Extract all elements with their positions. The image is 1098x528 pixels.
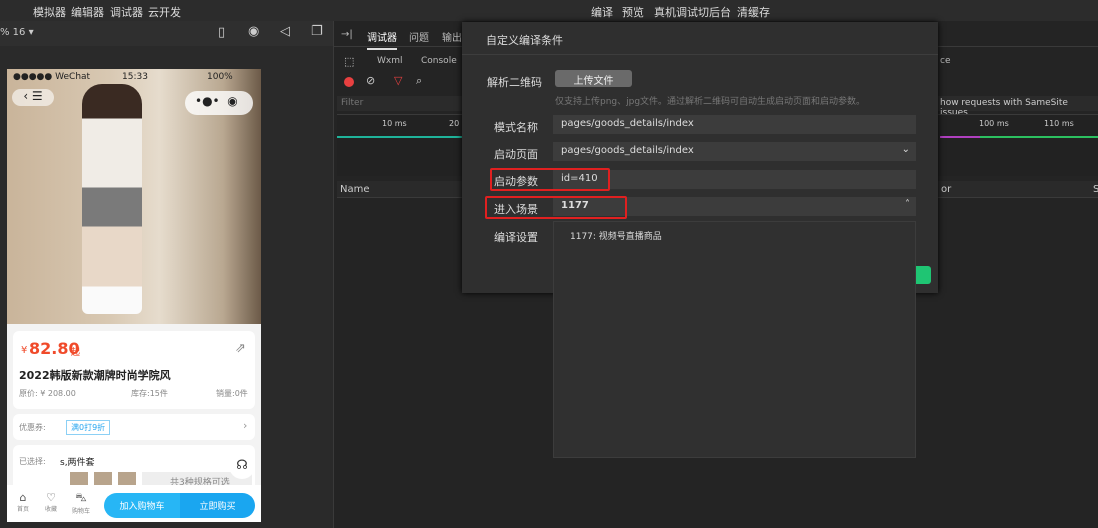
highlight-scene — [485, 196, 627, 219]
heart-icon: ♡ — [46, 491, 56, 504]
headset-icon[interactable]: ☊ — [229, 453, 255, 479]
subtab-console[interactable]: Console — [421, 56, 457, 66]
inspect-icon[interactable]: ⬚ — [344, 55, 354, 68]
status-battery: 100% — [207, 72, 233, 82]
bottom-bar: ⌂ 首页 ♡ 收藏 ⛍ 购物车 加入购物车 立即购买 — [7, 485, 261, 522]
timeline-bar — [337, 136, 467, 138]
product-title: 2022韩版新款潮牌时尚学院风 — [19, 369, 171, 382]
add-to-cart-button[interactable]: 加入购物车 — [104, 493, 180, 518]
preview-button[interactable]: 预览 — [622, 4, 644, 20]
nav-cart[interactable]: ⛍ 购物车 — [70, 491, 92, 515]
nav-label: 购物车 — [71, 508, 90, 515]
scene-option[interactable]: 1177: 视频号直播商品 — [570, 229, 662, 242]
selected-value: s,两件套 — [60, 458, 95, 468]
remote-debug-button[interactable]: 真机调试 — [654, 4, 698, 20]
search-icon[interactable]: ⌕ — [416, 74, 422, 88]
clear-icon[interactable]: ⊘ — [366, 74, 375, 87]
simulator-toolbar: % 16 ▾ ▯ ◉ ◁ ❐ — [0, 21, 333, 46]
nav-label: 首页 — [16, 506, 29, 513]
timeline-tick: 110 ms — [1044, 119, 1074, 128]
sales: 销量:0件 — [216, 389, 248, 398]
original-price: 原价: ¥ 208.00 — [19, 389, 76, 398]
back-menu-capsule[interactable]: ‹ ☰ — [12, 89, 54, 106]
top-menu-bar: 模拟器 编辑器 调试器 云开发 编译 预览 真机调试 切后台 清缓存 — [0, 0, 1098, 21]
menu-editor[interactable]: 编辑器 — [71, 4, 104, 20]
dialog-title: 自定义编译条件 — [486, 34, 563, 47]
product-model-figure — [82, 84, 142, 314]
column-size[interactable]: S — [1093, 184, 1098, 195]
stock: 库存:15件 — [131, 389, 168, 398]
launch-page-select[interactable]: pages/goods_details/index ⌄ — [553, 142, 916, 161]
mini-program-capsule[interactable]: •●• ◉ — [185, 91, 253, 115]
nav-home[interactable]: ⌂ 首页 — [15, 491, 31, 513]
compile-settings-label: 编译设置 — [494, 231, 538, 244]
column-initiator[interactable]: or — [941, 184, 951, 195]
buy-now-button[interactable]: 立即购买 — [180, 493, 255, 518]
volume-icon[interactable]: ◁ — [280, 24, 290, 39]
timeline-tick: 10 ms — [382, 119, 407, 128]
zoom-select[interactable]: % 16 ▾ — [0, 27, 34, 38]
subtab-partial[interactable]: ce — [940, 56, 951, 66]
timeline-tick: 100 ms — [979, 119, 1009, 128]
page-label: 启动页面 — [494, 148, 538, 161]
price-suffix: 起 — [71, 348, 81, 358]
currency-symbol: ¥ — [21, 345, 28, 356]
highlight-params — [490, 168, 610, 191]
column-name[interactable]: Name — [340, 184, 370, 195]
phone-screen: ●●●●● WeChat 15:33 100% ‹ ☰ •●• ◉ ¥ 82.8… — [7, 69, 261, 522]
confirm-button-edge[interactable] — [916, 266, 931, 284]
compile-button[interactable]: 编译 — [591, 4, 613, 20]
mode-name-input[interactable]: pages/goods_details/index — [553, 115, 916, 134]
home-icon: ⌂ — [19, 491, 27, 504]
menu-cloud[interactable]: 云开发 — [148, 4, 181, 20]
clear-cache-button[interactable]: 清缓存 — [737, 4, 770, 20]
cart-icon: ⛍ — [75, 491, 87, 504]
menu-debugger[interactable]: 调试器 — [110, 4, 143, 20]
tab-issues[interactable]: 问题 — [409, 29, 429, 44]
divider — [462, 54, 938, 55]
status-time: 15:33 — [122, 72, 148, 82]
selected-label: 已选择: — [19, 457, 46, 466]
launch-page-value: pages/goods_details/index — [561, 145, 694, 156]
filter-icon[interactable]: ▽ — [394, 74, 402, 87]
share-icon[interactable]: ⇗ — [235, 341, 246, 356]
qr-hint: 仅支持上传png、jpg文件。通过解析二维码可自动生成启动页面和启动参数。 — [555, 97, 866, 107]
timeline-bar — [940, 136, 980, 138]
phone-icon[interactable]: ▯ — [218, 25, 225, 40]
record-icon[interactable]: ◉ — [248, 24, 259, 39]
coupon-label: 优惠券: — [19, 423, 46, 432]
timeline-bar — [980, 136, 1098, 138]
chevron-right-icon: › — [243, 419, 248, 432]
status-carrier: ●●●●● WeChat — [13, 72, 91, 82]
subtab-wxml[interactable]: Wxml — [377, 56, 403, 66]
nav-label: 收藏 — [44, 506, 57, 513]
mode-label: 模式名称 — [494, 121, 538, 134]
price-card: ¥ 82.80 起 ⇗ 2022韩版新款潮牌时尚学院风 原价: ¥ 208.00… — [13, 331, 255, 409]
record-icon[interactable] — [344, 77, 354, 87]
dock-icon[interactable]: →| — [341, 29, 353, 40]
upload-file-button[interactable]: 上传文件 — [555, 70, 632, 87]
qr-label: 解析二维码 — [487, 76, 542, 89]
nav-favorite[interactable]: ♡ 收藏 — [43, 491, 59, 513]
chevron-down-icon: ⌄ — [901, 144, 910, 155]
coupon-tag[interactable]: 满0打9折 — [66, 420, 111, 435]
background-button[interactable]: 切后台 — [698, 4, 731, 20]
scene-dropdown: 1177: 视频号直播商品 — [553, 221, 916, 458]
window-icon[interactable]: ❐ — [311, 24, 323, 39]
menu-simulator[interactable]: 模拟器 — [33, 4, 66, 20]
filter-placeholder: Filter — [341, 98, 364, 108]
chevron-up-icon: ˄ — [905, 199, 910, 210]
coupon-row[interactable]: 优惠券: 满0打9折 › — [13, 414, 255, 440]
tab-output[interactable]: 输出 — [442, 29, 462, 44]
